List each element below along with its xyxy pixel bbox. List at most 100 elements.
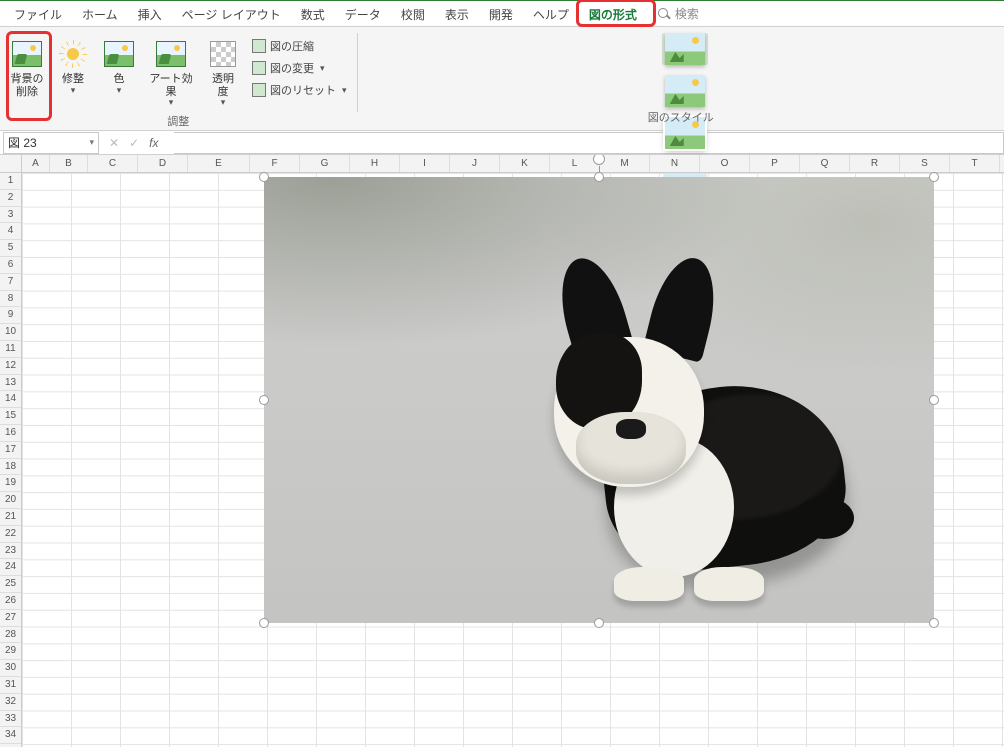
row-header-33[interactable]: 33 bbox=[0, 711, 21, 728]
row-header-7[interactable]: 7 bbox=[0, 274, 21, 291]
formula-bar-buttons: ✕ ✓ fx bbox=[109, 136, 164, 150]
tab-home[interactable]: ホーム bbox=[72, 2, 128, 26]
tab-help[interactable]: ヘルプ bbox=[523, 2, 579, 26]
row-header-17[interactable]: 17 bbox=[0, 442, 21, 459]
row-header-5[interactable]: 5 bbox=[0, 240, 21, 257]
column-header-J[interactable]: J bbox=[450, 155, 500, 172]
column-header-P[interactable]: P bbox=[750, 155, 800, 172]
color-button[interactable]: 色 ▾ bbox=[98, 31, 140, 99]
tab-file[interactable]: ファイル bbox=[4, 2, 72, 26]
inserted-picture[interactable] bbox=[264, 177, 934, 623]
row-header-16[interactable]: 16 bbox=[0, 425, 21, 442]
row-header-19[interactable]: 19 bbox=[0, 475, 21, 492]
row-header-6[interactable]: 6 bbox=[0, 257, 21, 274]
column-header-K[interactable]: K bbox=[500, 155, 550, 172]
column-header-D[interactable]: D bbox=[138, 155, 188, 172]
column-header-H[interactable]: H bbox=[350, 155, 400, 172]
formula-bar-input[interactable] bbox=[174, 132, 1004, 154]
compress-icon bbox=[252, 39, 266, 53]
column-header-I[interactable]: I bbox=[400, 155, 450, 172]
resize-handle-tl[interactable] bbox=[259, 172, 269, 182]
column-header-Q[interactable]: Q bbox=[800, 155, 850, 172]
row-header-9[interactable]: 9 bbox=[0, 307, 21, 324]
change-picture-button[interactable]: 図の変更▾ bbox=[248, 59, 351, 77]
tab-developer[interactable]: 開発 bbox=[479, 2, 523, 26]
resize-handle-r[interactable] bbox=[929, 395, 939, 405]
name-box[interactable]: 図 23 ▾ bbox=[3, 132, 99, 154]
ribbon-group-adjust-label: 調整 bbox=[167, 111, 189, 132]
resize-handle-b[interactable] bbox=[594, 618, 604, 628]
accept-formula-button[interactable]: ✓ bbox=[129, 136, 139, 150]
ribbon: 背景の 削除 修整 ▾ 色 ▾ アート効果 ▾ 透明 度 ▾ bbox=[0, 27, 1004, 131]
tab-formulas[interactable]: 数式 bbox=[291, 2, 335, 26]
row-header-21[interactable]: 21 bbox=[0, 509, 21, 526]
row-header-24[interactable]: 24 bbox=[0, 559, 21, 576]
transparency-button[interactable]: 透明 度 ▾ bbox=[202, 31, 244, 111]
row-header-2[interactable]: 2 bbox=[0, 190, 21, 207]
column-header-O[interactable]: O bbox=[700, 155, 750, 172]
column-header-G[interactable]: G bbox=[300, 155, 350, 172]
compress-pictures-button[interactable]: 図の圧縮 bbox=[248, 37, 351, 55]
resize-handle-br[interactable] bbox=[929, 618, 939, 628]
remove-background-button[interactable]: 背景の 削除 bbox=[6, 31, 48, 102]
row-header-30[interactable]: 30 bbox=[0, 660, 21, 677]
reset-picture-icon bbox=[252, 83, 266, 97]
cancel-formula-button[interactable]: ✕ bbox=[109, 136, 119, 150]
column-header-A[interactable]: A bbox=[22, 155, 50, 172]
row-header-31[interactable]: 31 bbox=[0, 677, 21, 694]
tab-data[interactable]: データ bbox=[335, 2, 391, 26]
row-header-13[interactable]: 13 bbox=[0, 375, 21, 392]
tab-review[interactable]: 校閲 bbox=[391, 2, 435, 26]
row-header-15[interactable]: 15 bbox=[0, 408, 21, 425]
row-header-12[interactable]: 12 bbox=[0, 358, 21, 375]
row-header-32[interactable]: 32 bbox=[0, 694, 21, 711]
resize-handle-bl[interactable] bbox=[259, 618, 269, 628]
tab-picture-format[interactable]: 図の形式 bbox=[579, 2, 647, 26]
column-header-T[interactable]: T bbox=[950, 155, 1000, 172]
column-header-B[interactable]: B bbox=[50, 155, 88, 172]
column-header-C[interactable]: C bbox=[88, 155, 138, 172]
row-header-4[interactable]: 4 bbox=[0, 223, 21, 240]
picture-style-2[interactable] bbox=[662, 75, 708, 107]
column-header-F[interactable]: F bbox=[250, 155, 300, 172]
row-header-10[interactable]: 10 bbox=[0, 324, 21, 341]
search-box[interactable]: 検索 bbox=[657, 5, 699, 22]
row-header-3[interactable]: 3 bbox=[0, 207, 21, 224]
row-header-11[interactable]: 11 bbox=[0, 341, 21, 358]
fx-icon[interactable]: fx bbox=[149, 136, 158, 150]
select-all-corner[interactable] bbox=[0, 155, 21, 173]
picture-remove-bg-icon bbox=[12, 41, 42, 67]
row-header-18[interactable]: 18 bbox=[0, 459, 21, 476]
tab-insert[interactable]: 挿入 bbox=[128, 2, 172, 26]
column-header-S[interactable]: S bbox=[900, 155, 950, 172]
column-header-M[interactable]: M bbox=[600, 155, 650, 172]
artistic-effects-button[interactable]: アート効果 ▾ bbox=[144, 31, 198, 111]
tab-page-layout[interactable]: ページ レイアウト bbox=[172, 2, 291, 26]
name-box-dropdown-icon[interactable]: ▾ bbox=[89, 137, 94, 148]
row-header-25[interactable]: 25 bbox=[0, 576, 21, 593]
column-headers: ABCDEFGHIJKLMNOPQRST bbox=[22, 155, 1004, 173]
search-placeholder: 検索 bbox=[675, 5, 699, 22]
tab-view[interactable]: 表示 bbox=[435, 2, 479, 26]
row-header-23[interactable]: 23 bbox=[0, 543, 21, 560]
resize-handle-t[interactable] bbox=[594, 172, 604, 182]
row-header-22[interactable]: 22 bbox=[0, 526, 21, 543]
corrections-button[interactable]: 修整 ▾ bbox=[52, 31, 94, 99]
row-header-34[interactable]: 34 bbox=[0, 727, 21, 744]
row-header-14[interactable]: 14 bbox=[0, 391, 21, 408]
column-header-R[interactable]: R bbox=[850, 155, 900, 172]
resize-handle-l[interactable] bbox=[259, 395, 269, 405]
row-header-20[interactable]: 20 bbox=[0, 492, 21, 509]
sun-icon bbox=[59, 40, 87, 68]
row-header-29[interactable]: 29 bbox=[0, 643, 21, 660]
row-header-8[interactable]: 8 bbox=[0, 291, 21, 308]
column-header-N[interactable]: N bbox=[650, 155, 700, 172]
row-header-27[interactable]: 27 bbox=[0, 610, 21, 627]
resize-handle-tr[interactable] bbox=[929, 172, 939, 182]
row-header-28[interactable]: 28 bbox=[0, 627, 21, 644]
picture-style-1[interactable] bbox=[662, 33, 708, 65]
row-header-1[interactable]: 1 bbox=[0, 173, 21, 190]
reset-picture-button[interactable]: 図のリセット▾ bbox=[248, 81, 351, 99]
row-header-26[interactable]: 26 bbox=[0, 593, 21, 610]
column-header-E[interactable]: E bbox=[188, 155, 250, 172]
